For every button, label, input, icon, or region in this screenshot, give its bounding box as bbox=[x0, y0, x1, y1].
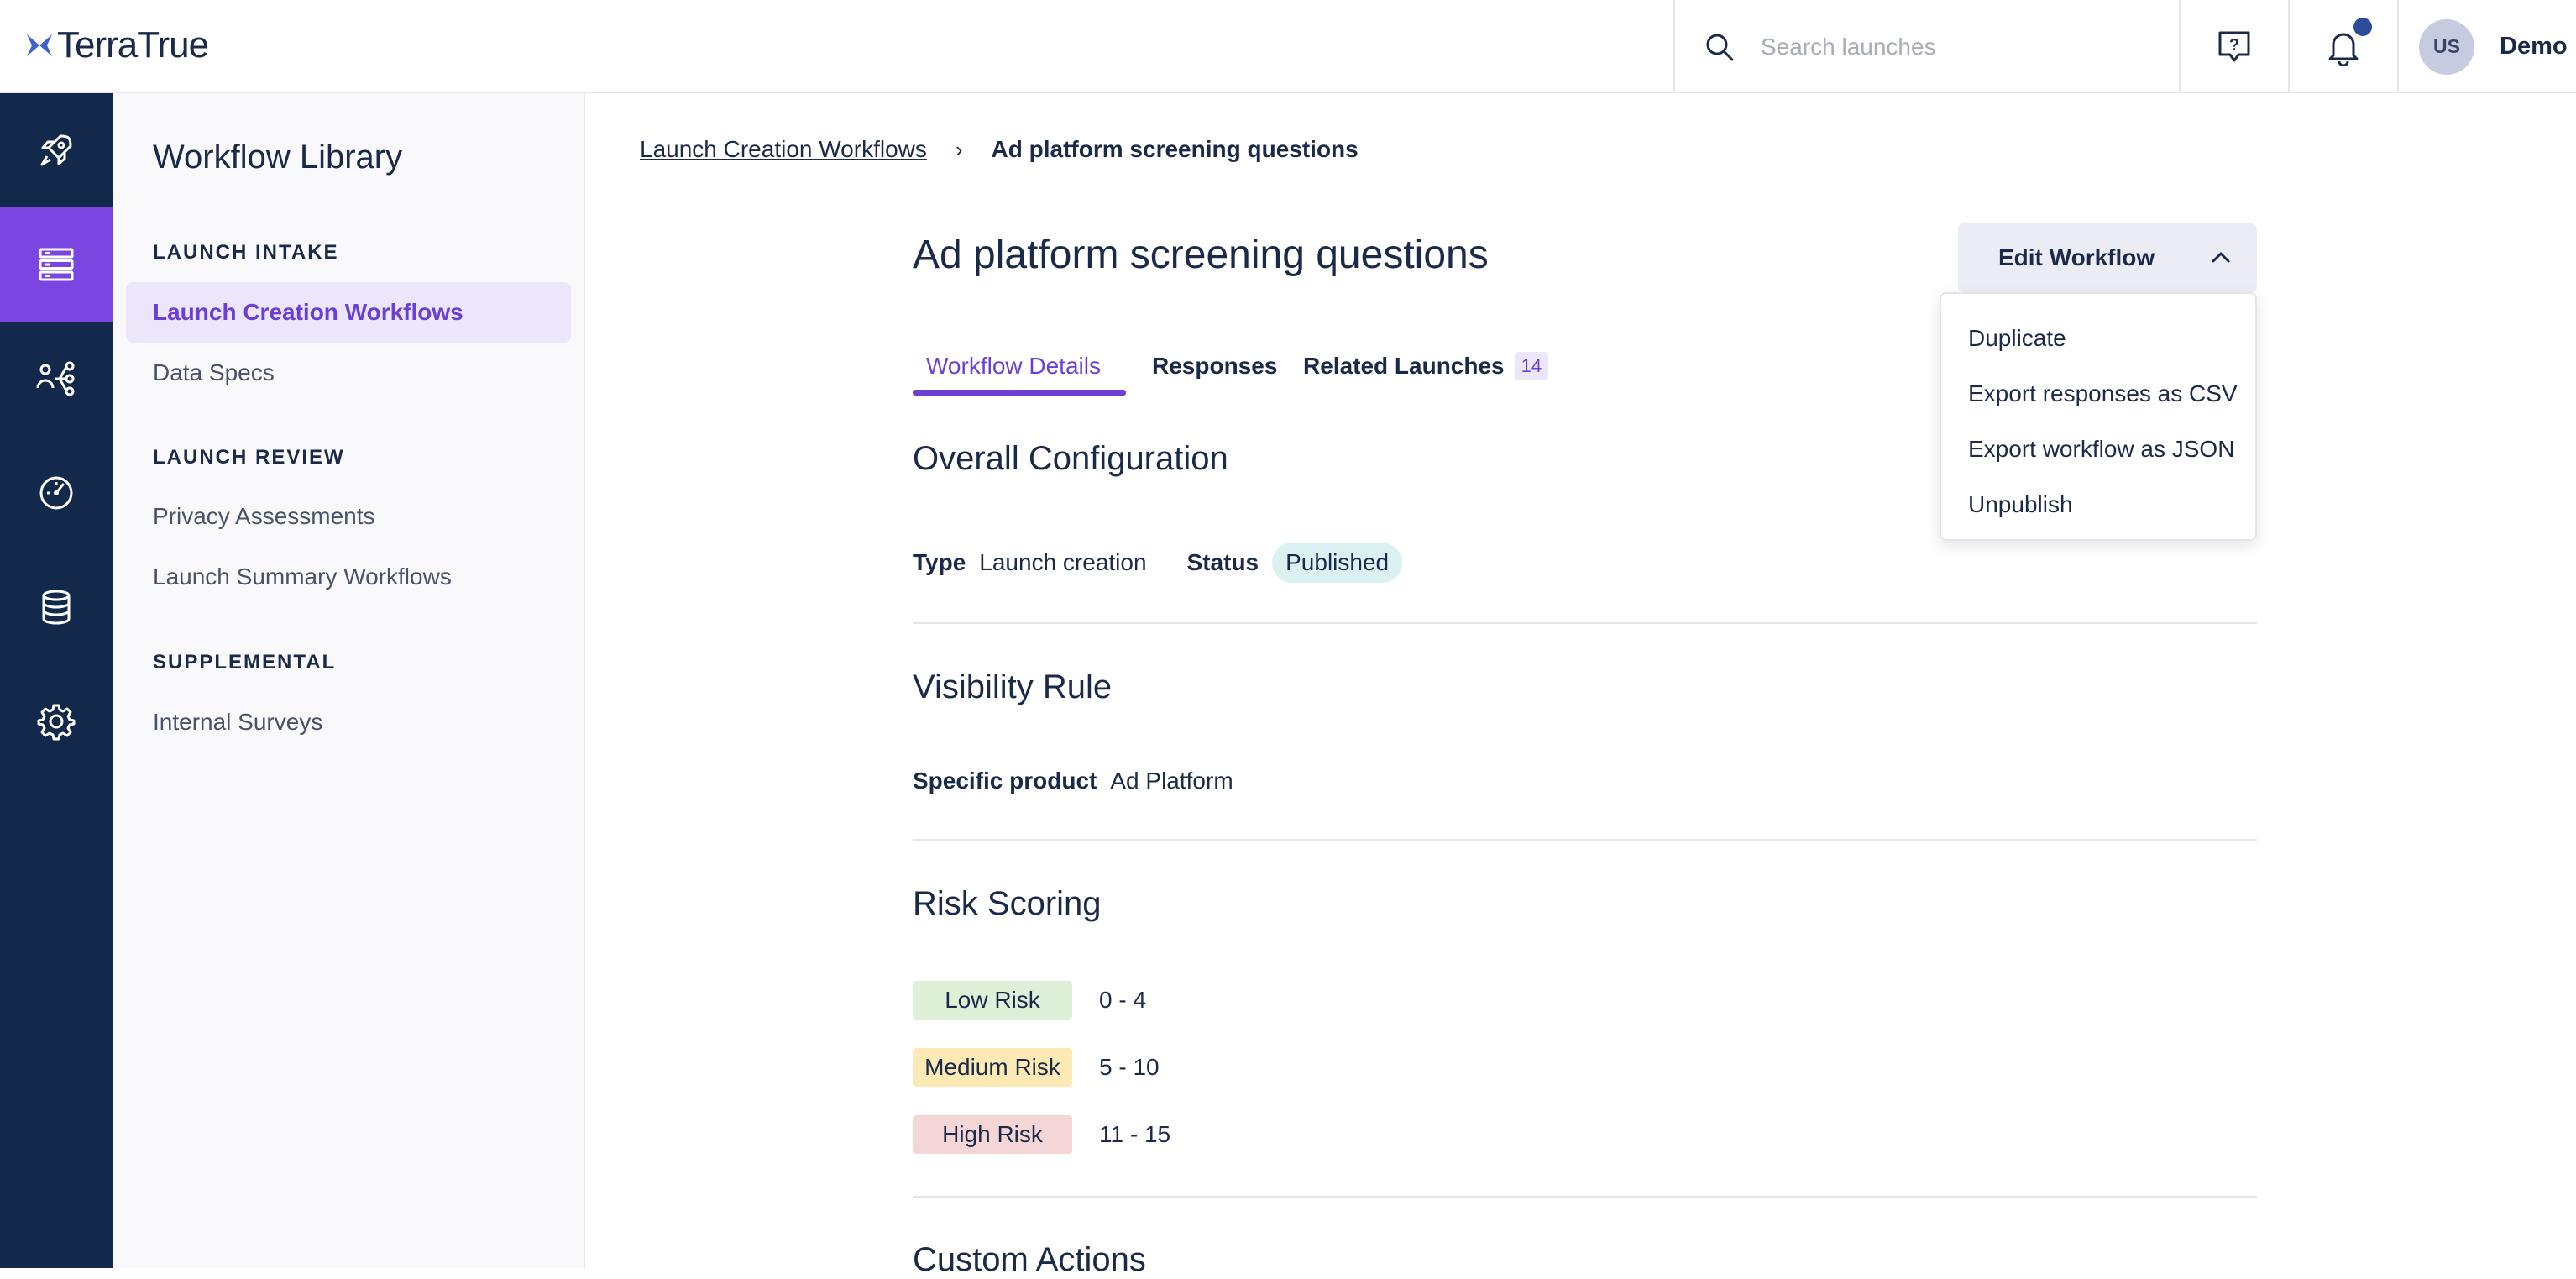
help-icon: ? bbox=[2218, 31, 2250, 61]
low-risk-badge: Low Risk bbox=[913, 981, 1072, 1020]
breadcrumb-separator: › bbox=[955, 136, 963, 162]
gear-icon bbox=[37, 704, 76, 741]
page-title: Ad platform screening questions bbox=[913, 233, 1489, 277]
breadcrumb-link-launch-creation-workflows[interactable]: Launch Creation Workflows bbox=[640, 136, 927, 163]
rocket-icon bbox=[40, 134, 72, 166]
edit-workflow-button[interactable]: Edit Workflow bbox=[1958, 223, 2257, 292]
chevron-up-icon bbox=[2212, 252, 2230, 263]
rail-item-insights[interactable] bbox=[0, 436, 113, 550]
section-divider bbox=[913, 622, 2257, 624]
section-heading-launch-intake: LAUNCH INTAKE bbox=[153, 241, 339, 264]
risk-row-high: High Risk 11 - 15 bbox=[913, 1115, 1170, 1154]
risk-row-medium: Medium Risk 5 - 10 bbox=[913, 1048, 1160, 1087]
tab-related-launches[interactable]: Related Launches 14 bbox=[1303, 334, 1549, 398]
svg-text:?: ? bbox=[2229, 36, 2239, 55]
section-heading-supplemental: SUPPLEMENTAL bbox=[153, 651, 337, 674]
status-badge: Published bbox=[1272, 543, 1403, 583]
nav-item-internal-surveys[interactable]: Internal Surveys bbox=[126, 692, 571, 752]
menu-item-unpublish[interactable]: Unpublish bbox=[1941, 477, 2255, 532]
top-bar: TerraTrue ? US Demo bbox=[0, 0, 2576, 93]
nav-item-launch-summary-workflows[interactable]: Launch Summary Workflows bbox=[126, 547, 571, 607]
risk-scoring-heading: Risk Scoring bbox=[913, 885, 1102, 922]
related-launches-count-badge: 14 bbox=[1514, 352, 1549, 380]
icon-rail bbox=[0, 93, 113, 1268]
user-menu[interactable]: US Demo bbox=[2399, 0, 2576, 93]
high-risk-range: 11 - 15 bbox=[1099, 1121, 1171, 1147]
rail-item-workflows[interactable] bbox=[0, 207, 113, 322]
specific-product-label: Specific product bbox=[913, 768, 1097, 794]
sidenav-title: Workflow Library bbox=[153, 139, 403, 176]
bell-icon bbox=[2328, 33, 2359, 66]
low-risk-range: 0 - 4 bbox=[1099, 987, 1147, 1013]
nav-item-data-specs[interactable]: Data Specs bbox=[126, 343, 571, 403]
rail-item-data-map[interactable] bbox=[0, 322, 113, 436]
type-label: Type bbox=[913, 549, 966, 575]
search-bar[interactable] bbox=[1673, 0, 2181, 93]
risk-row-low: Low Risk 0 - 4 bbox=[913, 981, 1146, 1020]
custom-actions-heading: Custom Actions bbox=[913, 1241, 1146, 1278]
edit-workflow-label: Edit Workflow bbox=[1998, 244, 2155, 270]
search-input[interactable] bbox=[1761, 33, 2139, 60]
breadcrumb: Launch Creation Workflows › Ad platform … bbox=[640, 136, 1359, 163]
notifications-button[interactable] bbox=[2290, 0, 2399, 93]
visibility-rule-heading: Visibility Rule bbox=[913, 668, 1113, 705]
nav-item-launch-creation-workflows[interactable]: Launch Creation Workflows bbox=[126, 282, 571, 343]
rail-item-settings[interactable] bbox=[0, 664, 113, 778]
workflow-library-nav: Workflow Library LAUNCH INTAKE Launch Cr… bbox=[113, 93, 585, 1268]
overall-configuration-heading: Overall Configuration bbox=[913, 440, 1228, 477]
visibility-rule-values: Specific product Ad Platform bbox=[913, 768, 1233, 794]
section-divider bbox=[913, 1196, 2257, 1198]
logo-mark-icon bbox=[27, 34, 52, 56]
type-value: Launch creation bbox=[979, 549, 1147, 575]
medium-risk-range: 5 - 10 bbox=[1099, 1054, 1160, 1080]
user-name: Demo bbox=[2500, 33, 2568, 60]
section-heading-launch-review: LAUNCH REVIEW bbox=[153, 446, 345, 469]
logo-text: TerraTrue bbox=[57, 24, 209, 66]
gauge-icon bbox=[39, 476, 73, 510]
tab-workflow-details[interactable]: Workflow Details bbox=[926, 334, 1101, 398]
high-risk-badge: High Risk bbox=[913, 1115, 1072, 1154]
avatar: US bbox=[2419, 18, 2474, 75]
tab-related-launches-label: Related Launches bbox=[1303, 353, 1505, 379]
database-icon bbox=[42, 590, 71, 625]
rail-item-data[interactable] bbox=[0, 550, 113, 664]
overall-configuration-values: Type Launch creation Status Published bbox=[913, 543, 1403, 583]
menu-item-export-workflow-json[interactable]: Export workflow as JSON bbox=[1941, 422, 2255, 477]
menu-item-export-responses-csv[interactable]: Export responses as CSV bbox=[1941, 366, 2255, 422]
breadcrumb-current: Ad platform screening questions bbox=[991, 136, 1359, 162]
menu-item-duplicate[interactable]: Duplicate bbox=[1941, 311, 2255, 366]
tab-responses[interactable]: Responses bbox=[1152, 334, 1277, 398]
medium-risk-badge: Medium Risk bbox=[913, 1048, 1072, 1087]
list-icon bbox=[39, 248, 74, 281]
help-button[interactable]: ? bbox=[2181, 0, 2290, 93]
rail-item-launches[interactable] bbox=[0, 93, 113, 207]
terratrue-logo[interactable]: TerraTrue bbox=[25, 22, 209, 69]
edit-workflow-menu: Duplicate Export responses as CSV Export… bbox=[1940, 292, 2257, 541]
section-divider bbox=[913, 839, 2257, 841]
specific-product-value: Ad Platform bbox=[1110, 768, 1233, 794]
nav-item-privacy-assessments[interactable]: Privacy Assessments bbox=[126, 486, 571, 547]
status-label: Status bbox=[1186, 549, 1259, 575]
flow-icon bbox=[36, 361, 75, 396]
active-tab-indicator bbox=[913, 390, 1126, 396]
search-icon bbox=[1706, 34, 1734, 60]
notification-dot bbox=[2353, 18, 2372, 36]
